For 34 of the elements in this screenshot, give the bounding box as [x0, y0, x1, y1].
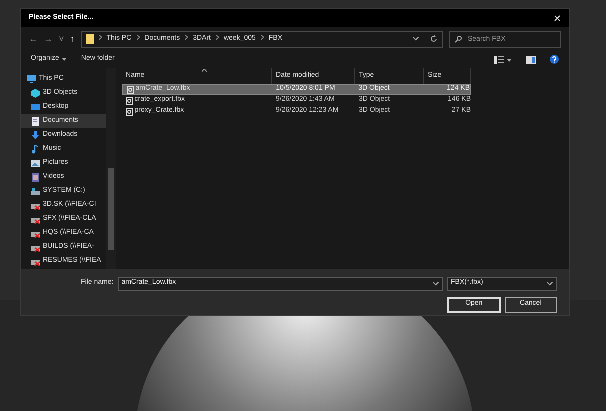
dropdown-icon[interactable]: [62, 58, 68, 61]
chevron-icon: [260, 35, 264, 40]
desktop-icon: [31, 102, 40, 112]
cube-icon: [31, 88, 40, 98]
chevron-icon: [185, 35, 188, 40]
close-icon[interactable]: [554, 14, 561, 22]
sort-icon: [202, 69, 207, 72]
back-button[interactable]: ←: [29, 34, 38, 44]
preview-pane-icon[interactable]: [526, 56, 536, 64]
forward-button[interactable]: →: [44, 34, 53, 44]
chevron-icon: [216, 35, 219, 40]
music-note-icon: [31, 144, 40, 154]
dropdown-icon[interactable]: [547, 282, 553, 286]
refresh-icon[interactable]: [430, 35, 438, 43]
pictures-icon: [31, 158, 40, 168]
recent-locations-button[interactable]: ˅: [59, 34, 64, 44]
dropdown-icon[interactable]: [413, 37, 419, 41]
drive-icon: [31, 186, 40, 196]
chevron-icon: [98, 35, 102, 40]
document-icon: [31, 116, 40, 126]
up-button[interactable]: ↑: [70, 34, 75, 44]
search-icon: [455, 36, 462, 42]
file-icon: [127, 86, 134, 94]
computer-icon: [27, 74, 36, 84]
download-icon: [31, 130, 40, 140]
view-options-icon[interactable]: [494, 56, 512, 64]
help-icon[interactable]: [550, 55, 559, 64]
file-icon: [126, 108, 133, 116]
chevron-icon: [136, 35, 140, 40]
file-icon: [126, 96, 133, 104]
folder-icon: [86, 34, 94, 44]
scrollbar[interactable]: [106, 68, 116, 269]
film-icon: [31, 172, 40, 182]
dropdown-icon[interactable]: [433, 282, 439, 286]
